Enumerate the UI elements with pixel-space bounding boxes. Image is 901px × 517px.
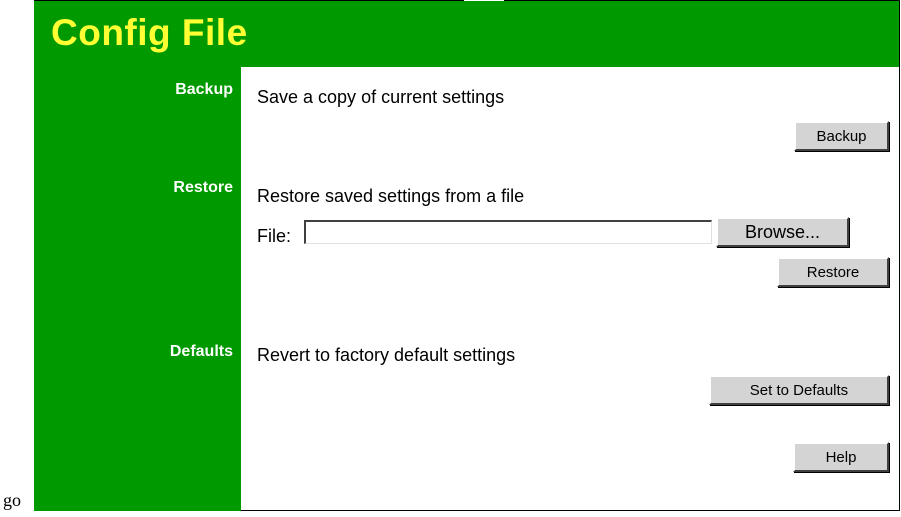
backup-description: Save a copy of current settings [257,87,505,107]
defaults-description: Revert to factory default settings [257,345,516,365]
browse-button[interactable]: Browse... [716,217,849,247]
sidebar-label-defaults: Defaults [169,343,233,360]
page-title: Config File [51,12,248,53]
set-to-defaults-button[interactable]: Set to Defaults [709,375,889,405]
restore-button[interactable]: Restore [777,257,889,287]
file-path-input[interactable] [304,220,712,244]
backup-button[interactable]: Backup [794,121,889,151]
sidebar: Backup Restore Defaults [34,67,241,511]
help-button[interactable]: Help [793,442,889,472]
header-bar: Config File [34,1,899,67]
sidebar-label-backup: Backup [175,81,233,98]
config-file-panel: Config File Backup Restore Defaults Save… [34,0,900,511]
file-label: File: [257,226,292,246]
stray-text: go [3,490,21,510]
sidebar-label-restore: Restore [173,179,233,196]
restore-description: Restore saved settings from a file [257,186,525,206]
